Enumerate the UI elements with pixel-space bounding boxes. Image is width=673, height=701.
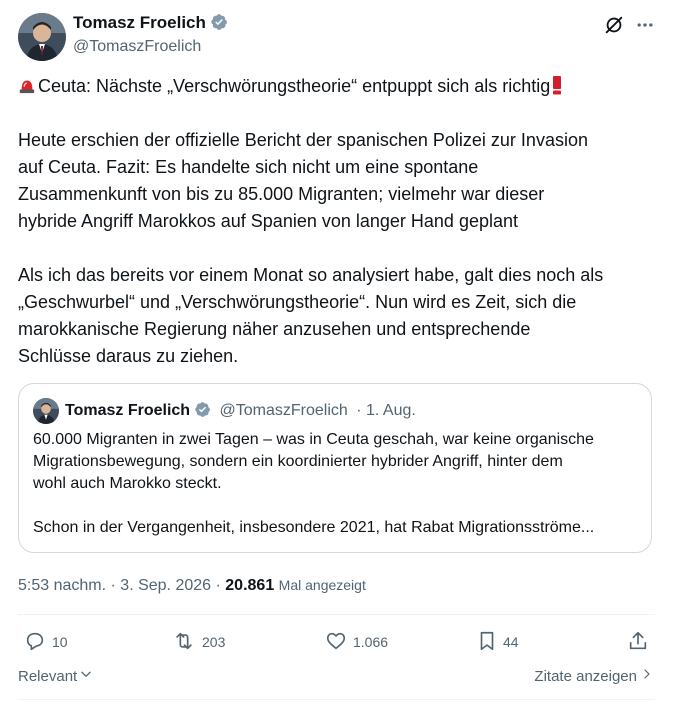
heart-icon [325, 630, 347, 655]
sort-label: Relevant [18, 668, 78, 685]
exclamation-icon [551, 75, 563, 103]
bookmark-icon [477, 630, 497, 655]
author-name[interactable]: Tomasz Froelich [73, 13, 206, 32]
siren-icon [18, 75, 36, 102]
verified-badge-icon [210, 13, 228, 36]
quoted-line: Schon in der Vergangenheit, insbesondere… [33, 519, 595, 536]
post-date[interactable]: 3. Sep. 2026 [120, 577, 211, 594]
quoted-date[interactable]: · 1. Aug. [356, 402, 416, 419]
bookmark-button[interactable]: 44 [477, 630, 519, 654]
reply-count: 10 [52, 634, 68, 650]
author-avatar[interactable] [18, 13, 66, 61]
quoted-header: Tomasz Froelich @TomaszFroelich · 1. Aug… [65, 401, 416, 424]
post-time[interactable]: 5:53 nachm. [18, 577, 106, 594]
quoted-text: 60.000 Migranten in zwei Tagen – was in … [33, 429, 643, 539]
like-count: 1.066 [353, 634, 389, 650]
separator: · [110, 577, 121, 594]
repost-button[interactable]: 203 [172, 630, 225, 654]
view-quotes-link[interactable]: Zitate anzeigen [534, 667, 653, 687]
quoted-author-name[interactable]: Tomasz Froelich [65, 402, 190, 419]
post-paragraph-2: Heute erschien der offizielle Bericht de… [18, 127, 658, 235]
post-line: auf Ceuta. Fazit: Es handelte sich nicht… [18, 157, 479, 177]
quoted-line: wohl auch Marokko steckt. [33, 475, 222, 492]
view-quotes-label: Zitate anzeigen [534, 668, 637, 685]
repost-icon [172, 630, 196, 655]
post-line: Als ich das bereits vor einem Monat so a… [18, 265, 604, 285]
quoted-line: Migrationsbewegung, sondern ein koordini… [33, 453, 563, 470]
post-first-line: Ceuta: Nächste „Verschwörungstheorie“ en… [18, 73, 658, 103]
author-name-row[interactable]: Tomasz Froelich [73, 13, 228, 36]
view-count-label: Mal angezeigt [278, 577, 366, 593]
post-line: „Geschwurbel“ und „Verschwörungstheorie“… [18, 292, 577, 312]
bookmark-count: 44 [503, 634, 519, 650]
post-line: marokkanische Regierung näher anzusehen … [18, 319, 531, 339]
quoted-line: 60.000 Migranten in zwei Tagen – was in … [33, 431, 594, 448]
post-headline: Ceuta: Nächste „Verschwörungstheorie“ en… [38, 76, 551, 96]
post-line: Schlüsse daraus zu ziehen. [18, 346, 239, 366]
post-line: Zusammenkunft von bis zu 85.000 Migrante… [18, 184, 545, 204]
reply-icon [24, 630, 46, 655]
author-handle[interactable]: @TomaszFroelich [73, 37, 201, 57]
share-button[interactable] [627, 630, 649, 654]
post-line: hybride Angriff Marokkos auf Spanien von… [18, 211, 518, 231]
reply-button[interactable]: 10 [24, 630, 68, 654]
chevron-down-icon [79, 667, 93, 687]
divider [18, 614, 655, 615]
sort-replies-dropdown[interactable]: Relevant [18, 667, 93, 687]
quoted-author-avatar[interactable] [33, 398, 59, 424]
grok-icon[interactable] [601, 12, 627, 38]
quoted-post-card[interactable]: Tomasz Froelich @TomaszFroelich · 1. Aug… [18, 383, 652, 553]
share-icon [627, 630, 649, 655]
repost-count: 203 [202, 634, 226, 650]
post-meta: 5:53 nachm. · 3. Sep. 2026 · 20.861 Mal … [18, 575, 366, 596]
quoted-author-handle[interactable]: @TomaszFroelich [220, 402, 348, 419]
more-options-icon[interactable] [632, 12, 658, 38]
divider [18, 699, 655, 700]
chevron-right-icon [641, 667, 653, 687]
verified-badge-icon [194, 401, 211, 424]
post-paragraph-3: Als ich das bereits vor einem Monat so a… [18, 262, 658, 370]
view-count: 20.861 [225, 577, 275, 594]
post-line: Heute erschien der offizielle Bericht de… [18, 130, 588, 150]
quoted-line [33, 495, 643, 517]
like-button[interactable]: 1.066 [325, 630, 388, 654]
separator: · [215, 577, 226, 594]
